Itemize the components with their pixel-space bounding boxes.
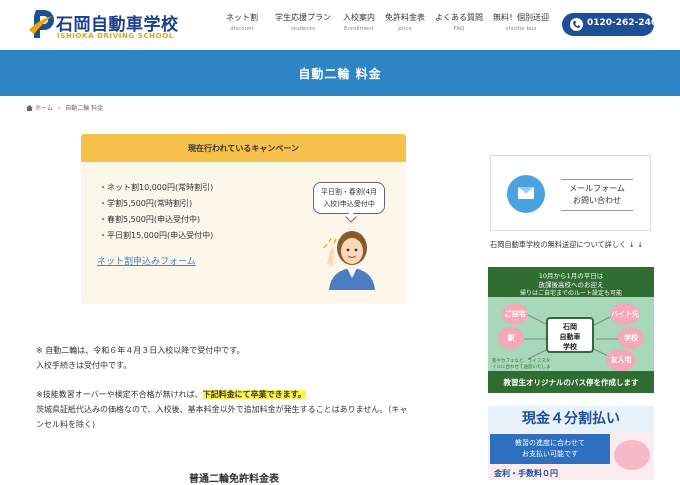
note-line: 茨城県証紙代込みの価格なので、入校後、基本料金以外で追加料金が発生することはあり… — [36, 405, 408, 414]
staff-illustration — [323, 231, 375, 290]
route-node-work: バイト先 — [610, 303, 640, 325]
page-title: 自動二輪 料金 — [298, 67, 382, 81]
note-line: 入校手続きは受付中です。 — [36, 361, 132, 370]
installment-banner[interactable]: 現金４分割払い 教習の進度に合わせて お支払い可能です 金利・手数料０円 — [488, 406, 654, 480]
page-banner: 自動二輪 料金 — [0, 50, 680, 96]
shuttle-info-text: 石岡自動車学校の無料送迎について詳しく ↓ ↓ — [490, 240, 643, 249]
nav-item-price[interactable]: 免許料金表 price — [384, 12, 426, 32]
breadcrumb-current: 自動二輪 料金 — [65, 105, 104, 112]
site-header: 石岡自動車学校 ISHIOKA DRIVING SCHOOL ネット割 disc… — [0, 0, 680, 50]
shuttle-banner-top: 10月から1月の平日は 放課後高校へのお迎え 帰りはご自宅までのルート設定も可能 — [488, 267, 654, 297]
speech-bubble: 平日割・春割(4月 入校)申込受付中 — [313, 182, 385, 214]
list-item: ・平日割15,000円(申込受付中) — [99, 231, 214, 240]
logo-mark-icon — [29, 10, 54, 38]
note-line: ※技能教習オーバーや検定不合格が無ければ、下記料金にて卒業できます。 — [36, 390, 306, 399]
breadcrumb: ホーム › 自動二輪 料金 — [26, 103, 103, 112]
highlight-text: 下記料金にて卒業できます。 — [202, 390, 306, 399]
list-item: ・春割5,500円(申込受付中) — [99, 215, 201, 224]
price-table-title: 普通二輪免許料金表 — [189, 474, 279, 485]
mail-form-label: メールフォーム お問い合わせ — [561, 179, 633, 211]
breadcrumb-home[interactable]: ホーム — [35, 105, 53, 112]
nav-item-students[interactable]: 学生応援プラン students — [270, 12, 336, 32]
list-item: ・ネット割10,000円(常時割引) — [99, 183, 214, 192]
site-logo[interactable]: 石岡自動車学校 ISHIOKA DRIVING SCHOOL — [28, 8, 188, 44]
route-node-school: 学校 — [618, 327, 644, 349]
chevron-right-icon: › — [57, 105, 61, 112]
phone-button[interactable]: 0120-262-246 — [562, 13, 658, 36]
phone-icon — [570, 18, 583, 31]
note-line: ※ 自動二輪は、令和６年４月３日入校以降で受付中です。 — [36, 346, 245, 355]
net-discount-form-link[interactable]: ネット割申込みフォーム — [97, 254, 196, 267]
note-line: ンセル料を除く) — [36, 420, 96, 429]
list-item: ・学割5,500円(常時割引) — [99, 199, 193, 208]
campaign-title: 現在行われているキャンペーン — [188, 144, 299, 153]
shuttle-banner-bottom: 教習生オリジナルのバス停を作成します — [488, 371, 654, 393]
nav-item-faq[interactable]: よくある質問 FAQ — [434, 12, 484, 32]
campaign-list: ・ネット割10,000円(常時割引) ・学割5,500円(常時割引) ・春割5,… — [99, 182, 213, 246]
home-icon — [26, 105, 33, 111]
installment-title: 現金４分割払い — [488, 406, 654, 432]
nav-item-enrollment[interactable]: 入校案内 Enrollment — [340, 12, 378, 32]
school-node: 石岡 自動車 学校 — [546, 317, 594, 353]
nav-item-discount[interactable]: ネット割 discount — [222, 12, 262, 32]
notes-section: ※ 自動二輪は、令和６年４月３日入校以降で受付中です。 入校手続きは受付中です。… — [36, 343, 407, 432]
mail-form-card[interactable]: メールフォーム お問い合わせ — [490, 155, 651, 231]
nav-item-shuttle[interactable]: 無料！個別送迎 shuttle bus — [490, 12, 552, 32]
route-node-friend: 友人宅 — [606, 349, 636, 371]
installment-fee: 金利・手数料０円 — [494, 469, 558, 478]
piggy-bank-icon — [614, 440, 650, 470]
route-node-station: 駅 — [498, 327, 524, 349]
installment-description: 教習の進度に合わせて お支払い可能です — [490, 434, 610, 464]
campaign-header: 現在行われているキャンペーン — [81, 134, 406, 162]
logo-subtitle: ISHIOKA DRIVING SCHOOL — [57, 32, 174, 40]
phone-number: 0120-262-246 — [587, 18, 658, 28]
route-node-home: ご自宅 — [502, 303, 528, 325]
shuttle-banner[interactable]: 10月から1月の平日は 放課後高校へのお迎え 帰りはご自宅までのルート設定も可能… — [488, 267, 654, 393]
campaign-box: 現在行われているキャンペーン ・ネット割10,000円(常時割引) ・学割5,5… — [81, 134, 406, 304]
